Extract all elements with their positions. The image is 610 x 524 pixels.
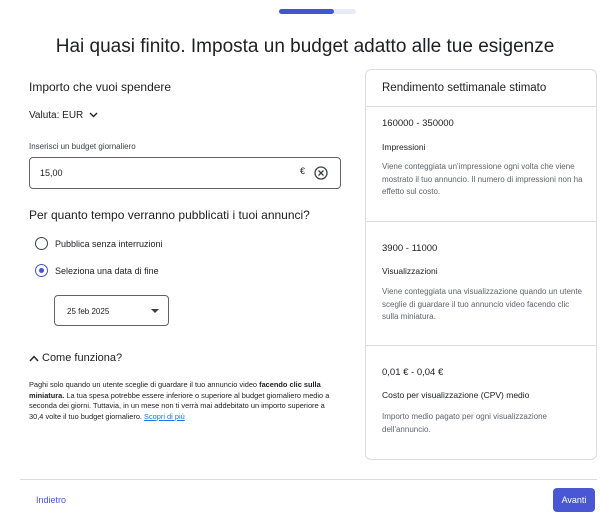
radio-button[interactable] — [35, 237, 48, 250]
divider — [366, 221, 596, 222]
duration-question: Per quanto tempo verranno pubblicati i t… — [29, 208, 310, 222]
progress-bar — [279, 9, 356, 14]
budget-field-label: Inserisci un budget giornaliero — [29, 142, 136, 151]
radio-continuous[interactable]: Pubblica senza interruzioni — [35, 237, 163, 250]
learn-more-link[interactable]: Scopri di più — [144, 412, 185, 421]
cpv-range: 0,01 € - 0,04 € — [382, 367, 444, 378]
currency-dropdown[interactable]: Valuta: EUR — [29, 110, 98, 121]
views-name: Visualizzazioni — [382, 266, 438, 276]
daily-budget-input[interactable] — [40, 165, 280, 181]
budget-section-title: Importo che vuoi spendere — [29, 80, 172, 94]
clear-icon[interactable] — [314, 166, 328, 180]
next-button[interactable]: Avanti — [553, 488, 595, 512]
views-range: 3900 - 11000 — [382, 243, 438, 254]
chevron-up-icon — [29, 354, 39, 361]
impressions-range: 160000 - 350000 — [382, 118, 454, 129]
how-it-works-text: Paghi solo quando un utente sceglie di g… — [29, 380, 341, 422]
chevron-down-icon — [89, 110, 98, 121]
cpv-description: Importo medio pagato per ogni visualizza… — [382, 412, 547, 434]
radio-label: Pubblica senza interruzioni — [55, 238, 163, 249]
how-text-part: Paghi solo quando un utente sceglie di g… — [29, 380, 260, 389]
how-it-works-toggle[interactable]: Come funziona? — [29, 352, 122, 364]
divider — [366, 106, 596, 107]
views-description: Viene conteggiata una visualizzazione qu… — [382, 287, 583, 321]
currency-symbol: € — [300, 166, 306, 176]
currency-label: Valuta: EUR — [29, 110, 84, 121]
estimate-title: Rendimento settimanale stimato — [382, 82, 547, 94]
dropdown-arrow-icon — [151, 309, 159, 313]
cpv-name: Costo per visualizzazione (CPV) medio — [382, 390, 530, 400]
impressions-description: Viene conteggiata un'impressione ogni vo… — [382, 162, 583, 196]
how-it-works-label: Come funziona? — [42, 352, 123, 364]
impressions-name: Impressioni — [382, 142, 426, 152]
radio-button-selected[interactable] — [35, 264, 48, 277]
footer-divider — [20, 479, 597, 480]
weekly-estimate-card: Rendimento settimanale stimato 160000 - … — [365, 69, 597, 460]
divider — [366, 345, 596, 346]
radio-end-date[interactable]: Seleziona una data di fine — [35, 264, 159, 277]
back-button[interactable]: Indietro — [36, 495, 66, 505]
progress-bar-fill — [279, 9, 335, 14]
page-title: Hai quasi finito. Imposta un budget adat… — [55, 36, 555, 57]
end-date-value: 25 feb 2025 — [67, 307, 110, 316]
end-date-select[interactable]: 25 feb 2025 — [54, 295, 169, 326]
daily-budget-field[interactable]: € — [29, 157, 341, 189]
radio-label: Seleziona una data di fine — [55, 265, 159, 276]
